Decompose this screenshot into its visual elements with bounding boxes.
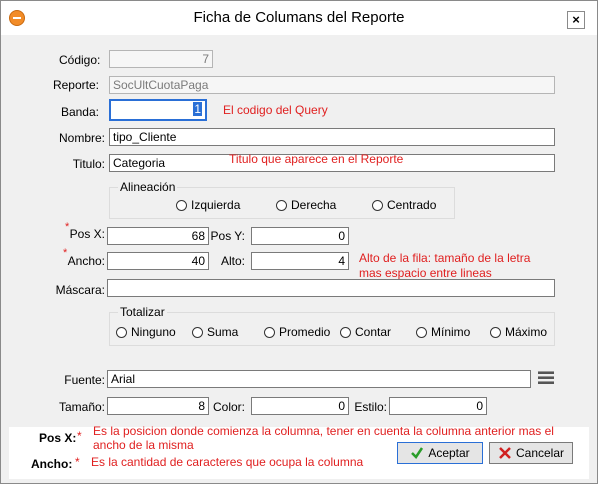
- radio-contar[interactable]: Contar: [340, 324, 391, 340]
- posx-label: Pos X:: [69, 227, 105, 241]
- radio-izquierda[interactable]: Izquierda: [176, 197, 240, 213]
- alto-note-line2: mas espacio entre lineas: [359, 266, 492, 280]
- radio-circle-icon: [416, 327, 427, 338]
- posx-help-line1: Es la posicion donde comienza la columna…: [93, 424, 554, 438]
- alto-note-line1: Alto de la fila: tamaño de la letra: [359, 251, 531, 265]
- mascara-field[interactable]: [107, 279, 555, 297]
- dialog-window: Ficha de Columans del Reporte × Código: …: [0, 0, 598, 484]
- posx-help-mark: *: [77, 429, 82, 443]
- fuente-field[interactable]: Arial: [107, 370, 531, 388]
- posx-field[interactable]: 68: [107, 227, 209, 245]
- ancho-help-label: Ancho:: [31, 457, 73, 471]
- titulo-note: Titulo que aparece en el Reporte: [229, 152, 404, 166]
- radio-circle-icon: [176, 200, 187, 211]
- close-button[interactable]: ×: [567, 11, 585, 29]
- aceptar-label: Aceptar: [428, 446, 470, 460]
- radio-maximo[interactable]: Máximo: [490, 324, 547, 340]
- codigo-field[interactable]: 7: [109, 50, 213, 68]
- cancelar-label: Cancelar: [515, 446, 565, 460]
- aceptar-button[interactable]: Aceptar: [397, 442, 483, 464]
- banda-field[interactable]: 1: [109, 99, 207, 121]
- radio-circle-icon: [192, 327, 203, 338]
- alineacion-title: Alineación: [118, 180, 178, 194]
- color-field[interactable]: 0: [251, 397, 349, 415]
- radio-ninguno[interactable]: Ninguno: [116, 324, 176, 340]
- posy-field[interactable]: 0: [251, 227, 349, 245]
- mascara-label: Máscara:: [55, 283, 105, 297]
- banda-note: El codigo del Query: [223, 103, 328, 117]
- estilo-label: Estilo:: [354, 400, 387, 414]
- ancho-help-mark: *: [75, 455, 80, 469]
- cross-icon: [499, 447, 511, 459]
- nombre-field[interactable]: tipo_Cliente: [109, 128, 555, 146]
- estilo-field[interactable]: 0: [389, 397, 487, 415]
- posx-help-line2: ancho de la misma: [93, 438, 194, 452]
- alto-label: Alto:: [220, 254, 245, 268]
- posx-help-label: Pos X:: [39, 431, 77, 445]
- alineacion-group: Alineación Izquierda Derecha Centrado: [109, 180, 455, 219]
- radio-circle-icon: [372, 200, 383, 211]
- ancho-help-text: Es la cantidad de caracteres que ocupa l…: [91, 455, 364, 469]
- nombre-label: Nombre:: [58, 131, 105, 145]
- radio-circle-icon: [490, 327, 501, 338]
- tamano-field[interactable]: 8: [107, 397, 209, 415]
- radio-centrado[interactable]: Centrado: [372, 197, 436, 213]
- radio-promedio[interactable]: Promedio: [264, 324, 330, 340]
- color-label: Color:: [212, 400, 245, 414]
- title-bar: Ficha de Columans del Reporte ×: [1, 1, 597, 35]
- fuente-label: Fuente:: [64, 373, 105, 387]
- radio-derecha[interactable]: Derecha: [276, 197, 336, 213]
- alto-field[interactable]: 4: [251, 252, 349, 270]
- banda-value: 1: [193, 102, 202, 116]
- font-picker-icon[interactable]: [538, 369, 554, 385]
- ancho-label: Ancho:: [67, 254, 105, 268]
- radio-derecha-label: Derecha: [291, 198, 337, 212]
- titulo-label: Titulo:: [72, 157, 105, 171]
- codigo-label: Código:: [59, 53, 101, 67]
- window-title: Ficha de Columans del Reporte: [193, 9, 405, 26]
- checkmark-icon: [411, 447, 424, 459]
- ancho-field[interactable]: 40: [107, 252, 209, 270]
- radio-contar-label: Contar: [355, 325, 392, 339]
- radio-promedio-label: Promedio: [279, 325, 331, 339]
- radio-suma-label: Suma: [207, 325, 239, 339]
- radio-minimo-label: Mínimo: [431, 325, 471, 339]
- radio-izquierda-label: Izquierda: [191, 198, 241, 212]
- radio-circle-icon: [340, 327, 351, 338]
- radio-circle-icon: [276, 200, 287, 211]
- totalizar-group: Totalizar Ninguno Suma Promedio Contar M…: [109, 305, 555, 346]
- radio-circle-icon: [264, 327, 275, 338]
- radio-circle-icon: [116, 327, 127, 338]
- radio-ninguno-label: Ninguno: [131, 325, 176, 339]
- form-body: Código: 7 Reporte: SocUltCuotaPaga Banda…: [9, 35, 589, 479]
- cancelar-button[interactable]: Cancelar: [489, 442, 573, 464]
- radio-suma[interactable]: Suma: [192, 324, 238, 340]
- radio-centrado-label: Centrado: [387, 198, 437, 212]
- tamano-label: Tamaño:: [58, 400, 105, 414]
- posy-label: Pos Y:: [210, 229, 245, 243]
- radio-minimo[interactable]: Mínimo: [416, 324, 470, 340]
- radio-maximo-label: Máximo: [505, 325, 548, 339]
- reporte-field[interactable]: SocUltCuotaPaga: [109, 76, 555, 94]
- banda-label: Banda:: [60, 105, 99, 119]
- totalizar-title: Totalizar: [118, 305, 167, 319]
- reporte-label: Reporte:: [52, 78, 99, 92]
